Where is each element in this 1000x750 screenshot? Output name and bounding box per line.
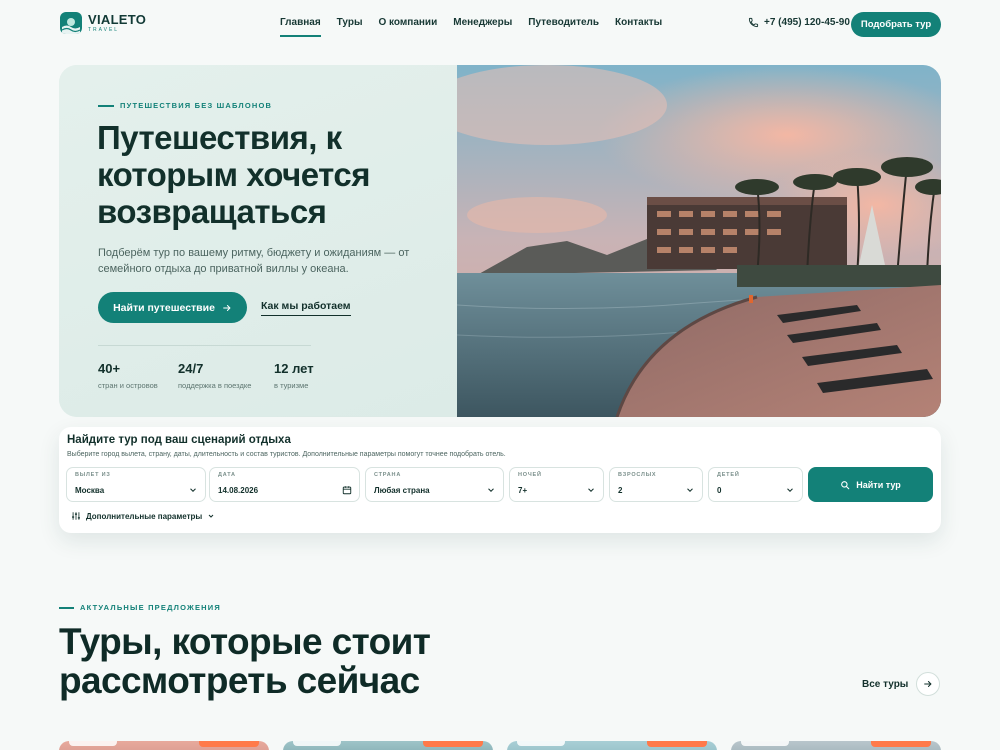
offers-title: Туры, которые стоит рассмотреть сейчас [59, 621, 431, 701]
hero-title: Путешествия, к которым хочется возвращат… [97, 119, 371, 230]
stat-label: в туризме [274, 381, 309, 390]
nav-contacts[interactable]: Контакты [615, 17, 662, 28]
phone-link[interactable]: +7 (495) 120-45-90 [748, 17, 850, 28]
offers-eyebrow: АКТУАЛЬНЫЕ ПРЕДЛОЖЕНИЯ [59, 603, 221, 612]
offers-eyebrow-text: АКТУАЛЬНЫЕ ПРЕДЛОЖЕНИЯ [80, 603, 221, 612]
extra-params-label: Дополнительные параметры [86, 511, 203, 521]
stat-value: 24/7 [178, 361, 204, 376]
card-badge [199, 741, 259, 747]
logo-sub: TRAVEL [88, 27, 120, 33]
logo-icon [60, 12, 82, 34]
nav-about[interactable]: О компании [378, 17, 437, 28]
field-value: 0 [717, 486, 722, 495]
find-tour-button[interactable]: Найти тур [808, 467, 933, 502]
chevron-down-icon [208, 514, 214, 518]
field-value: 7+ [518, 486, 528, 495]
arrow-right-icon [223, 304, 231, 311]
logo[interactable]: VIALETO TRAVEL [60, 12, 146, 34]
search-title: Найдите тур под ваш сценарий отдыха [67, 434, 291, 446]
site-header: VIALETO TRAVEL Главная Туры О компании М… [0, 0, 1000, 48]
phone-icon [748, 17, 759, 28]
search-subtitle: Выберите город вылета, страну, даты, дли… [67, 451, 506, 458]
nights-select[interactable]: НОЧЕЙ 7+ [509, 467, 604, 502]
find-trip-label: Найти путешествие [113, 301, 215, 314]
date-field[interactable]: ДАТА 14.08.2026 [209, 467, 360, 502]
filter-sliders-icon [72, 512, 80, 520]
field-value: 2 [618, 486, 623, 495]
stat-value: 40+ [98, 361, 121, 376]
departure-select[interactable]: ВЫЛЕТ ИЗ Москва [66, 467, 206, 502]
tour-card[interactable] [59, 741, 269, 750]
logo-name: VIALETO [88, 12, 147, 27]
main-nav: Главная Туры О компании Менеджеры Путево… [280, 17, 678, 37]
card-tag [293, 741, 341, 746]
search-icon [841, 480, 850, 489]
stat-value: 12 лет [274, 361, 314, 376]
card-tag [741, 741, 789, 746]
stat-years: 12 лет в туризме [274, 361, 314, 390]
field-value: Любая страна [374, 486, 430, 495]
country-select[interactable]: СТРАНА Любая страна [365, 467, 504, 502]
tour-card[interactable] [507, 741, 717, 750]
chevron-down-icon [190, 488, 196, 492]
card-badge [647, 741, 707, 747]
chevron-down-icon [488, 488, 494, 492]
card-badge [871, 741, 931, 747]
stats-divider [98, 345, 311, 346]
field-value: Москва [75, 486, 105, 495]
hero-eyebrow: ПУТЕШЕСТВИЯ БЕЗ ШАБЛОНОВ [98, 101, 272, 110]
extra-params-toggle[interactable]: Дополнительные параметры [71, 511, 215, 521]
stat-countries: 40+ стран и островов [98, 361, 158, 390]
card-tag [69, 741, 117, 746]
arrow-right-icon [916, 672, 941, 696]
stat-support: 24/7 поддержка в поездке [178, 361, 251, 390]
chevron-down-icon [588, 488, 594, 492]
field-label: СТРАНА [374, 472, 402, 478]
nav-managers[interactable]: Менеджеры [453, 17, 512, 28]
tour-card[interactable] [283, 741, 493, 750]
tour-card[interactable] [731, 741, 941, 750]
field-label: ВЗРОСЛЫХ [618, 472, 657, 478]
how-we-work-link[interactable]: Как мы работаем [261, 300, 351, 316]
find-tour-label: Найти тур [856, 479, 901, 490]
card-tag [517, 741, 565, 746]
pick-tour-button[interactable]: Подобрать тур [851, 12, 941, 37]
adults-select[interactable]: ВЗРОСЛЫХ 2 [609, 467, 703, 502]
hero: ПУТЕШЕСТВИЯ БЕЗ ШАБЛОНОВ Путешествия, к … [59, 65, 941, 417]
card-badge [423, 741, 483, 747]
field-label: ДАТА [218, 472, 236, 478]
chevron-down-icon [787, 488, 793, 492]
chevron-down-icon [687, 488, 693, 492]
all-tours-link[interactable]: Все туры [862, 672, 941, 696]
tour-search-panel: Найдите тур под ваш сценарий отдыха Выбе… [59, 427, 941, 533]
stat-label: стран и островов [98, 381, 158, 390]
children-select[interactable]: ДЕТЕЙ 0 [708, 467, 803, 502]
field-label: НОЧЕЙ [518, 472, 542, 478]
field-label: ДЕТЕЙ [717, 472, 740, 478]
calendar-icon[interactable] [342, 485, 352, 495]
nav-home[interactable]: Главная [280, 17, 321, 37]
hero-eyebrow-text: ПУТЕШЕСТВИЯ БЕЗ ШАБЛОНОВ [120, 101, 273, 110]
hero-content: ПУТЕШЕСТВИЯ БЕЗ ШАБЛОНОВ Путешествия, к … [59, 65, 457, 417]
hero-image [457, 65, 941, 417]
nav-guide[interactable]: Путеводитель [528, 17, 599, 28]
hero-description: Подберём тур по вашему ритму, бюджету и … [98, 247, 410, 275]
stat-label: поддержка в поездке [178, 381, 252, 390]
field-label: ВЫЛЕТ ИЗ [75, 472, 111, 478]
phone-number: +7 (495) 120-45-90 [764, 17, 850, 28]
all-tours-label: Все туры [862, 678, 909, 690]
nav-tours[interactable]: Туры [337, 17, 363, 28]
find-trip-button[interactable]: Найти путешествие [98, 292, 247, 323]
field-value: 14.08.2026 [218, 486, 259, 495]
